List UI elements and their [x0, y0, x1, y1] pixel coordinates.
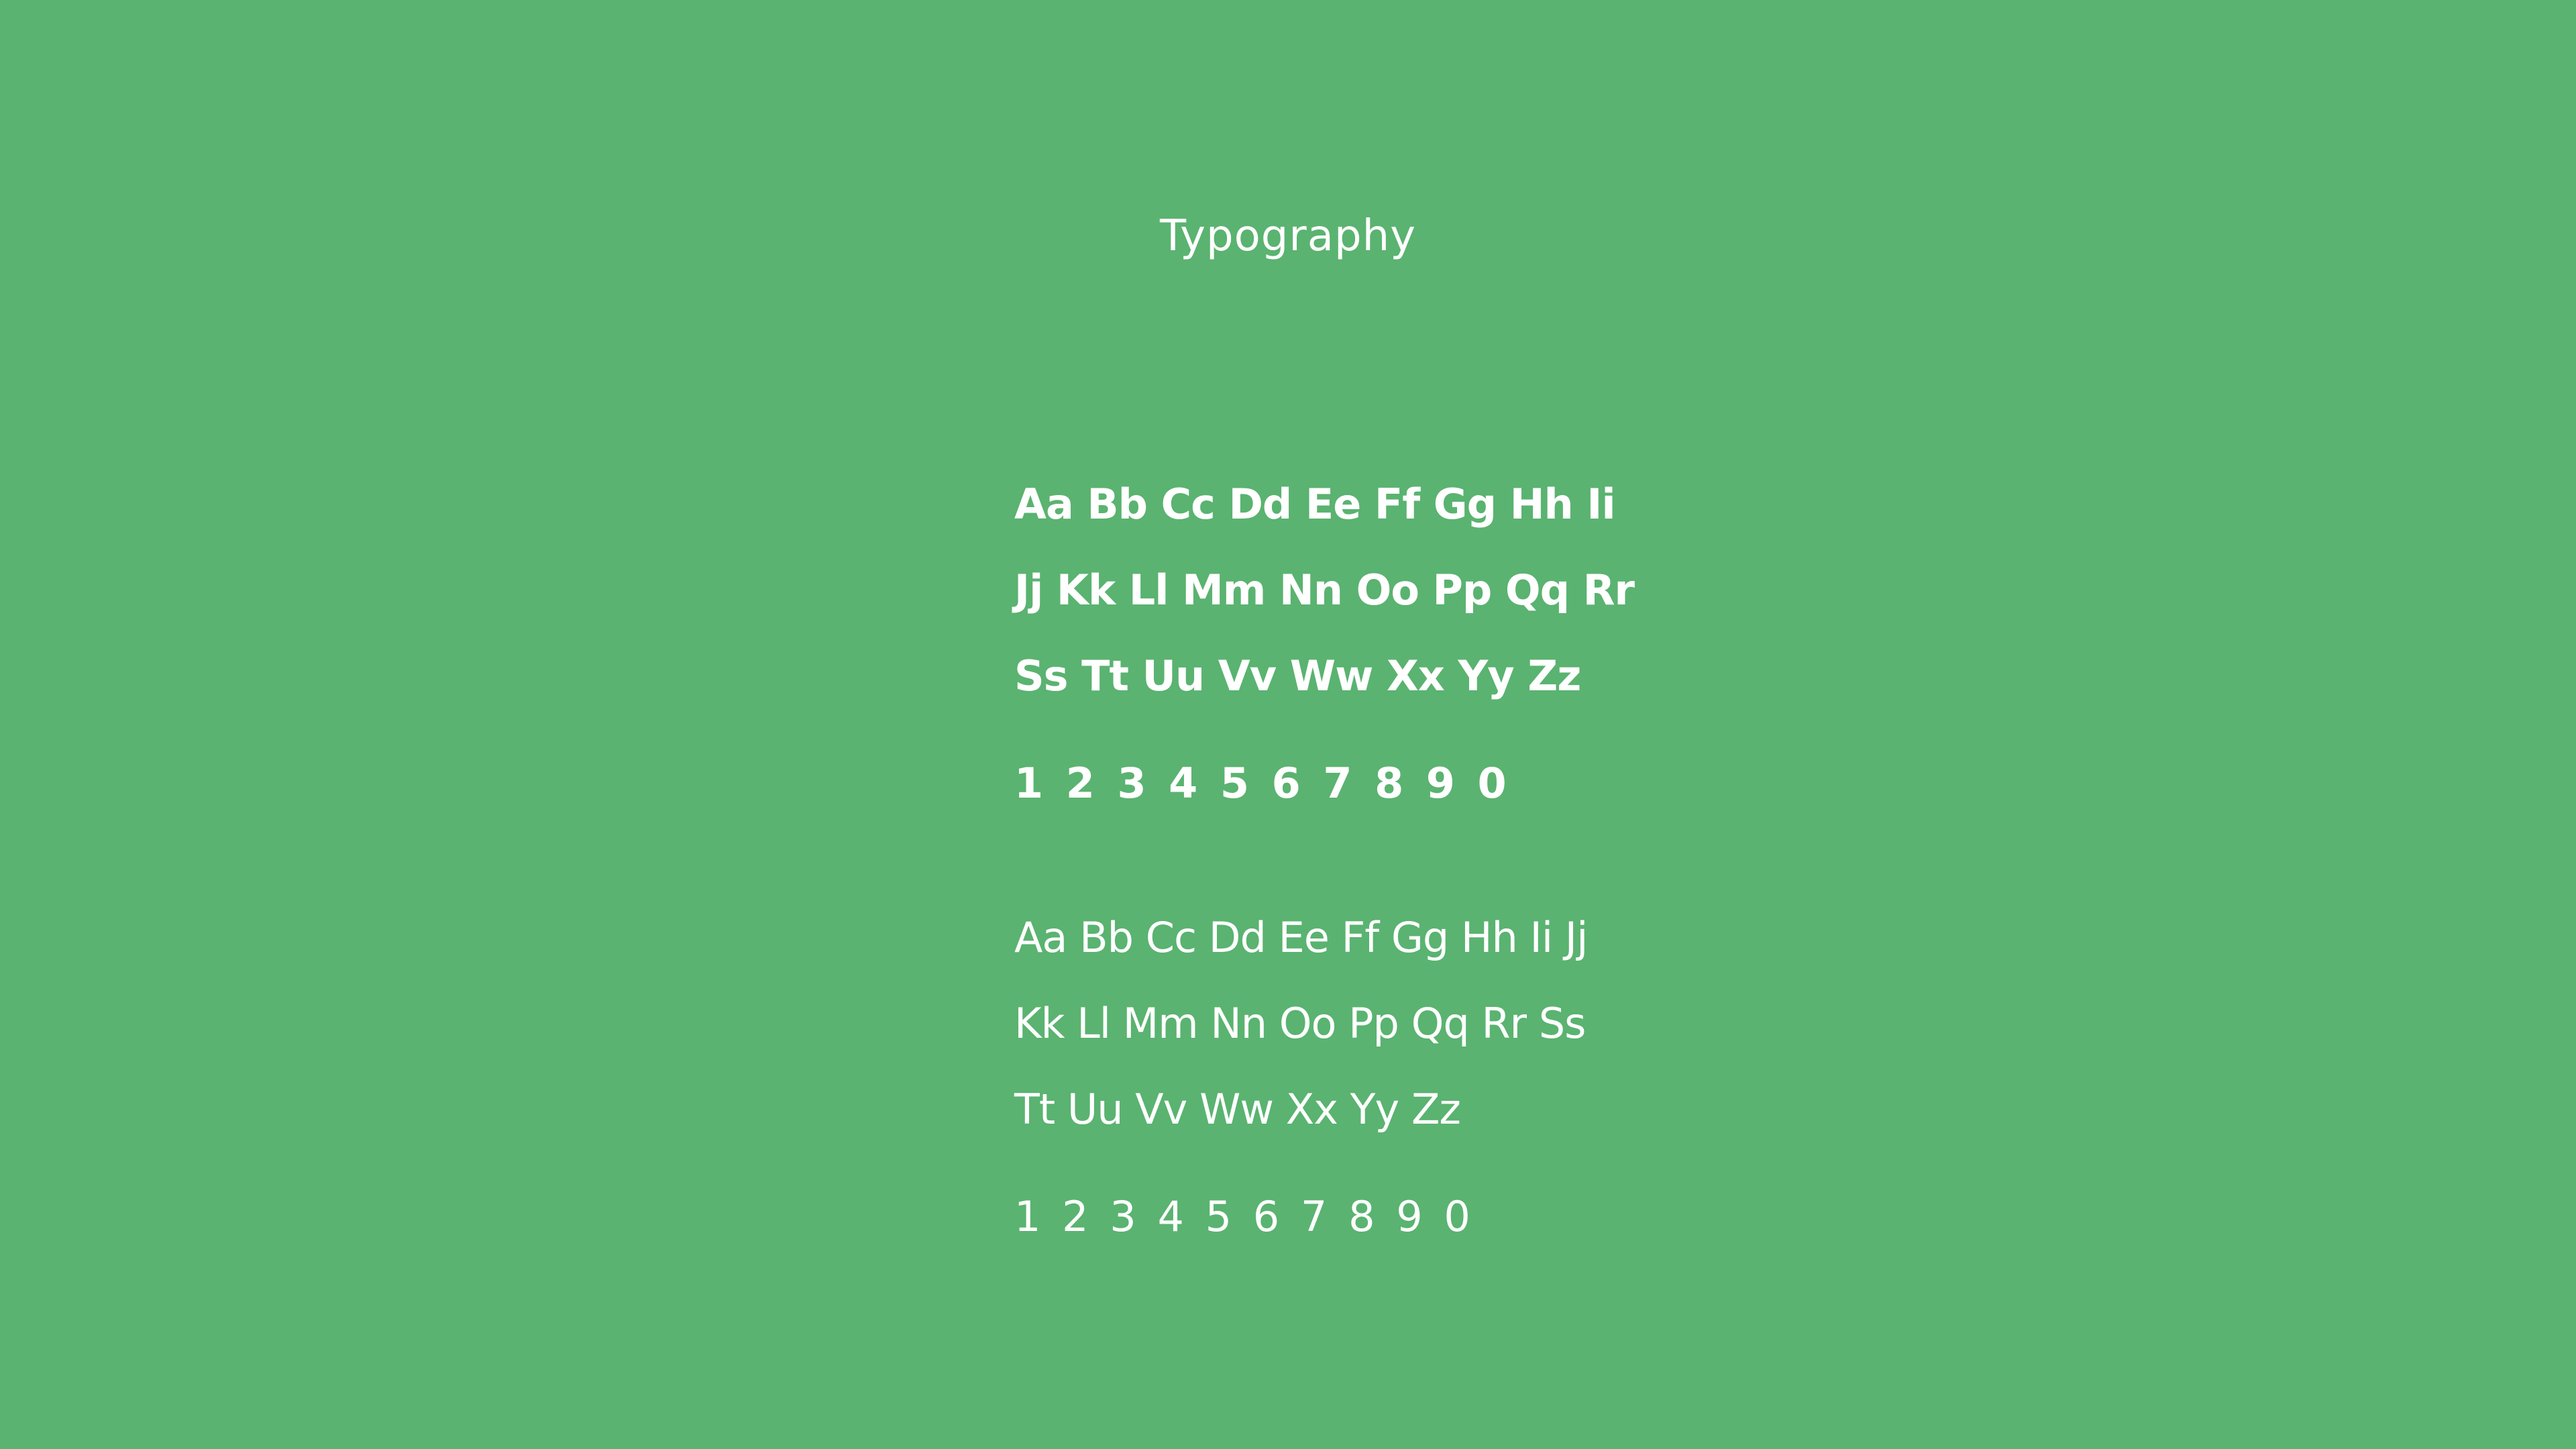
bold-alphabet-line-2: Jj Kk Ll Mm Nn Oo Pp Qq Rr: [1014, 566, 1635, 614]
regular-alphabet-line-1: Aa Bb Cc Dd Ee Ff Gg Hh Ii Jj: [1014, 913, 1588, 962]
page-title: Typography: [1160, 211, 1416, 261]
bold-numerals: 1 2 3 4 5 6 7 8 9 0: [1014, 759, 1511, 808]
bold-alphabet-line-3: Ss Tt Uu Vv Ww Xx Yy Zz: [1014, 651, 1581, 700]
bold-alphabet-line-1: Aa Bb Cc Dd Ee Ff Gg Hh Ii: [1014, 480, 1616, 529]
regular-numerals: 1 2 3 4 5 6 7 8 9 0: [1014, 1192, 1474, 1241]
bold-type-specimen: Aa Bb Cc Dd Ee Ff Gg Hh Ii Jj Kk Ll Mm N…: [1014, 462, 1953, 826]
regular-alphabet-line-2: Kk Ll Mm Nn Oo Pp Qq Rr Ss: [1014, 999, 1586, 1048]
regular-type-specimen: Aa Bb Cc Dd Ee Ff Gg Hh Ii Jj Kk Ll Mm N…: [1014, 895, 1953, 1260]
regular-alphabet-line-3: Tt Uu Vv Ww Xx Yy Zz: [1014, 1085, 1461, 1134]
